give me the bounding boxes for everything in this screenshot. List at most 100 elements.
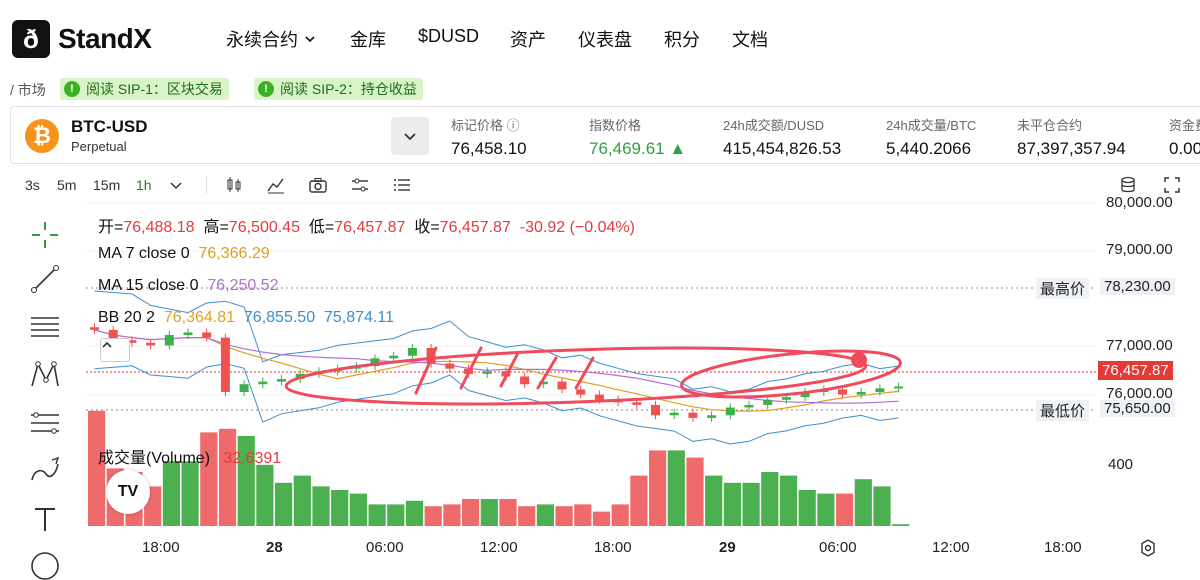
indicators-icon[interactable] bbox=[266, 175, 286, 195]
volume-bar bbox=[779, 475, 798, 526]
camera-icon[interactable] bbox=[308, 175, 328, 195]
ma15-legend[interactable]: MA 15 close 0 76,250.52 bbox=[98, 277, 279, 295]
volume-bar bbox=[162, 461, 180, 526]
candle bbox=[594, 394, 604, 400]
info-icon: ! bbox=[258, 81, 274, 97]
timeframe-5m[interactable]: 5m bbox=[57, 177, 76, 193]
volume-bar bbox=[574, 504, 592, 526]
candle bbox=[763, 399, 773, 405]
time-tick: 06:00 bbox=[366, 539, 404, 556]
tradingview-logo[interactable]: TV bbox=[106, 470, 150, 514]
volume-bar bbox=[312, 486, 330, 526]
fib-retracement-icon[interactable] bbox=[28, 406, 62, 440]
stat-open-interest: 未平仓合约 87,397,357.94 bbox=[1017, 115, 1126, 159]
nav-item-vault[interactable]: 金库 bbox=[350, 26, 386, 52]
candle bbox=[576, 389, 586, 395]
chevron-down-icon bbox=[305, 36, 315, 43]
time-tick: 29 bbox=[719, 539, 736, 556]
low-value: 76,457.87 bbox=[334, 219, 406, 236]
circle-tool-icon[interactable] bbox=[28, 546, 62, 580]
candle bbox=[183, 332, 193, 336]
horizontal-lines-icon[interactable] bbox=[28, 310, 62, 344]
candle bbox=[389, 355, 399, 359]
breadcrumb-bar: / 市场 ! 阅读 SIP-1：区块交易 ! 阅读 SIP-2：持仓收益 bbox=[0, 76, 1200, 102]
nav-item-assets[interactable]: 资产 bbox=[510, 26, 546, 52]
high-mark-label: 最高价 bbox=[1036, 278, 1090, 299]
stat-value: 5,440.2066 bbox=[886, 139, 972, 158]
volume-bar bbox=[518, 506, 536, 526]
timeframe-15m[interactable]: 15m bbox=[93, 177, 120, 193]
ohlc-legend: 开=76,488.18 高=76,500.45 低=76,457.87 收=76… bbox=[98, 213, 635, 237]
candlestick-icon[interactable] bbox=[224, 175, 244, 195]
stat-mark-price: 标记价格 ⓘ 76,458.10 bbox=[451, 115, 527, 159]
brush-icon[interactable] bbox=[28, 454, 62, 488]
sip1-link[interactable]: ! 阅读 SIP-1：区块交易 bbox=[60, 78, 229, 100]
stat-value: 76,469.61 ▲ bbox=[589, 139, 687, 158]
volume-bar bbox=[88, 410, 106, 526]
volume-bar bbox=[536, 504, 554, 526]
nav-item-dusd[interactable]: $DUSD bbox=[418, 26, 479, 47]
volume-bar bbox=[705, 475, 723, 526]
nav-item-points[interactable]: 积分 bbox=[664, 26, 700, 52]
nav-item-dashboard[interactable]: 仪表盘 bbox=[578, 26, 632, 52]
bb-legend[interactable]: BB 20 2 76,364.81 76,855.50 75,874.11 bbox=[98, 309, 394, 327]
price-tick: 77,000.00 bbox=[1106, 337, 1173, 354]
volume-bar bbox=[761, 472, 779, 526]
volume-label: 成交量(Volume) bbox=[98, 450, 211, 467]
stat-value: 0.00 bbox=[1169, 139, 1200, 158]
trend-line-icon[interactable] bbox=[28, 262, 62, 296]
collapse-legend-button[interactable] bbox=[100, 338, 130, 362]
volume-bar bbox=[630, 475, 648, 526]
nav-item-label: 永续合约 bbox=[226, 30, 298, 50]
symbol-dropdown-button[interactable] bbox=[391, 117, 429, 155]
database-icon[interactable] bbox=[1118, 175, 1138, 195]
open-value: 76,488.18 bbox=[123, 219, 195, 236]
stat-value: 415,454,826.53 bbox=[723, 139, 842, 158]
volume-tick: 400 bbox=[1108, 456, 1134, 473]
ma15-line bbox=[94, 329, 899, 404]
text-tool-icon[interactable] bbox=[28, 502, 62, 536]
volume-bar bbox=[892, 524, 910, 526]
candle bbox=[688, 412, 698, 418]
volume-bar bbox=[181, 461, 199, 526]
price-chart[interactable]: 开=76,488.18 高=76,500.45 低=76,457.87 收=76… bbox=[86, 194, 1200, 563]
volume-bar bbox=[275, 482, 293, 526]
high-label: 高= bbox=[203, 219, 229, 236]
nav-item-docs[interactable]: 文档 bbox=[732, 26, 768, 52]
annotation-stroke bbox=[414, 346, 438, 395]
bb-lower-value: 75,874.11 bbox=[323, 309, 394, 326]
timeframe-3s[interactable]: 3s bbox=[25, 177, 40, 193]
fullscreen-icon[interactable] bbox=[1162, 175, 1182, 195]
ma7-line bbox=[94, 329, 899, 412]
volume-bar bbox=[836, 493, 854, 526]
volume-bar bbox=[256, 464, 274, 526]
stat-funding: 资金费 0.00 bbox=[1169, 115, 1200, 159]
pattern-icon[interactable] bbox=[28, 358, 62, 392]
crosshair-icon[interactable] bbox=[28, 218, 62, 252]
stat-24h-volume: 24h成交量/BTC 5,440.2066 bbox=[886, 115, 976, 159]
timeframe-1h[interactable]: 1h bbox=[136, 177, 152, 193]
ma7-legend[interactable]: MA 7 close 0 76,366.29 bbox=[98, 245, 270, 263]
nav-item-perpetual[interactable]: 永续合约 bbox=[226, 26, 316, 52]
stat-label: 指数价格 bbox=[589, 118, 642, 133]
candle bbox=[856, 391, 866, 395]
list-icon[interactable] bbox=[392, 175, 412, 195]
candle bbox=[202, 332, 212, 338]
candle bbox=[725, 407, 735, 416]
candle bbox=[875, 388, 885, 392]
candle bbox=[146, 342, 156, 346]
volume-bar bbox=[387, 504, 405, 526]
settings-sliders-icon[interactable] bbox=[350, 175, 370, 195]
settings-icon[interactable] bbox=[1138, 538, 1158, 558]
candle bbox=[445, 363, 455, 369]
stat-value: 87,397,357.94 bbox=[1017, 139, 1126, 158]
sip2-link[interactable]: ! 阅读 SIP-2：持仓收益 bbox=[254, 78, 423, 100]
chevron-down-icon[interactable] bbox=[166, 175, 186, 195]
stat-24h-turnover: 24h成交额/DUSD 415,454,826.53 bbox=[723, 115, 841, 159]
brand-logo[interactable]: ð StandX bbox=[12, 20, 152, 58]
volume-bar bbox=[499, 499, 517, 526]
breadcrumb[interactable]: / 市场 bbox=[10, 80, 46, 100]
top-nav: ð StandX 永续合约 金库 $DUSD 资产 仪表盘 积分 文档 bbox=[0, 0, 1200, 76]
volume-bar bbox=[723, 482, 741, 526]
bitcoin-icon: ₿ bbox=[25, 119, 59, 153]
